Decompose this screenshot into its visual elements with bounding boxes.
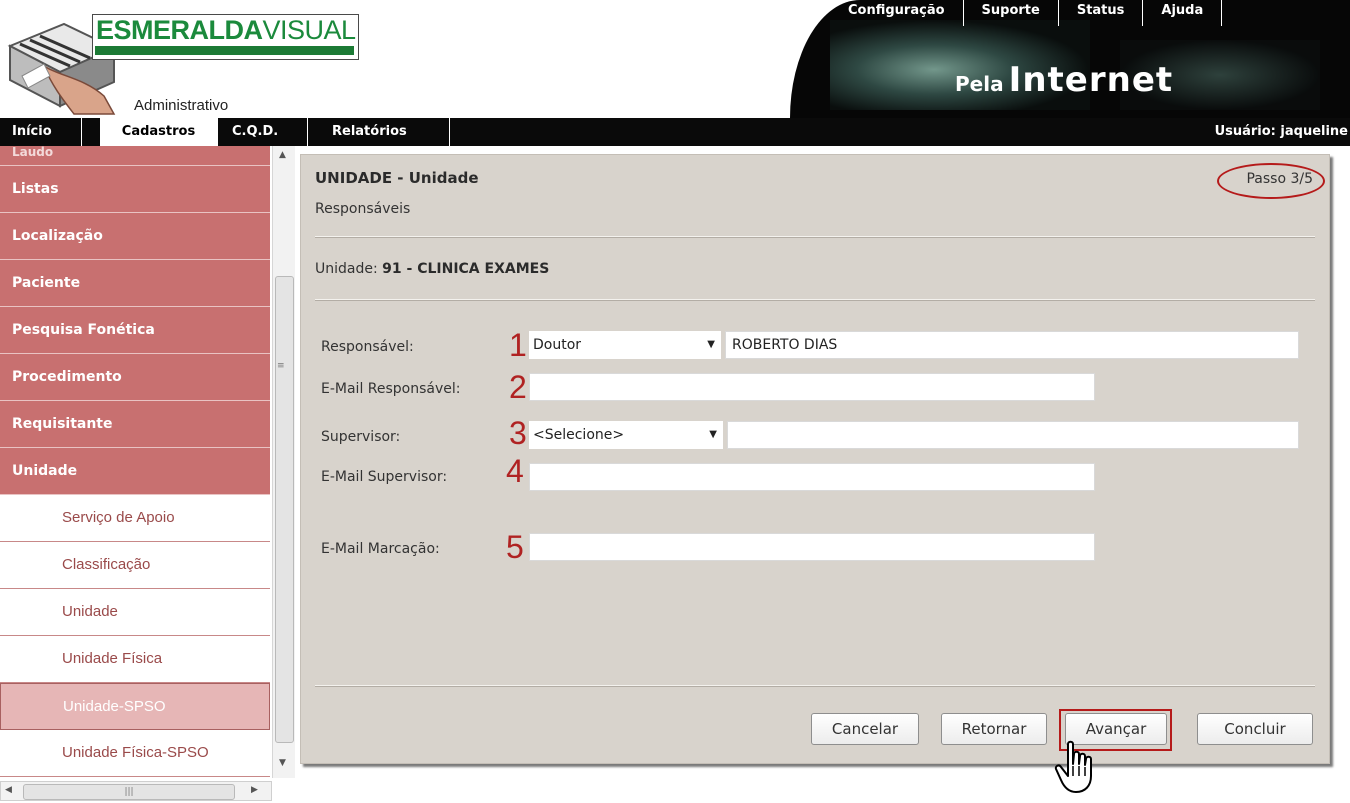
- sidebar-item-localizacao[interactable]: Localização: [0, 213, 270, 260]
- hand-cursor-icon: [1054, 740, 1092, 793]
- nav-inicio[interactable]: Início: [0, 118, 82, 146]
- form-panel: UNIDADE - Unidade Responsáveis Passo 3/5…: [300, 154, 1330, 764]
- sidebar-item-laudo[interactable]: Laudo: [0, 146, 270, 166]
- divider: [315, 685, 1315, 687]
- sidebar-subitem-servico-de-apoio[interactable]: Serviço de Apoio: [0, 495, 270, 542]
- responsavel-name-input[interactable]: ROBERTO DIAS: [725, 331, 1299, 359]
- email-marcacao-input[interactable]: [529, 533, 1095, 561]
- tagline: Pela Internet: [955, 60, 1174, 100]
- logo-subtitle: Administrativo: [134, 97, 229, 114]
- scrollbar-thumb-horizontal[interactable]: |||: [23, 784, 235, 800]
- sidebar-item-procedimento[interactable]: Procedimento: [0, 354, 270, 401]
- top-links: Configuração Suporte Status Ajuda: [830, 0, 1223, 26]
- sidebar-subitem-classificacao[interactable]: Classificação: [0, 542, 270, 589]
- nav-cadastros[interactable]: Cadastros: [100, 118, 218, 146]
- sidebar-item-pesquisa-fonetica[interactable]: Pesquisa Fonética: [0, 307, 270, 354]
- annotation-number-5: 5: [506, 529, 524, 565]
- sidebar-vertical-scrollbar[interactable]: ▲ ≡ ▼: [272, 146, 295, 778]
- sidebar-subitem-unidade[interactable]: Unidade: [0, 589, 270, 636]
- email-supervisor-input[interactable]: [529, 463, 1095, 491]
- unit-info: Unidade: 91 - CLINICA EXAMES: [315, 261, 550, 277]
- page-title: UNIDADE - Unidade: [315, 169, 479, 187]
- cancel-button[interactable]: Cancelar: [811, 713, 919, 745]
- top-link-ajuda[interactable]: Ajuda: [1142, 0, 1223, 26]
- email-responsavel-input[interactable]: [529, 373, 1095, 401]
- scrollbar-thumb[interactable]: [275, 276, 294, 743]
- email-responsavel-label: E-Mail Responsável:: [321, 381, 461, 397]
- sidebar: Laudo Listas Localização Paciente Pesqui…: [0, 146, 270, 778]
- email-supervisor-label: E-Mail Supervisor:: [321, 469, 448, 485]
- step-indicator: Passo 3/5: [1246, 171, 1313, 187]
- nav-cqd[interactable]: C.Q.D.: [222, 118, 308, 146]
- user-label: Usuário: jaqueline: [1214, 124, 1348, 139]
- logo-brand-part2: VISUAL: [262, 15, 357, 45]
- scroll-left-icon[interactable]: ◀: [5, 785, 12, 795]
- annotation-number-3: 3: [509, 415, 527, 451]
- header: ESMERALDAVISUAL Administrativo Configura…: [0, 0, 1350, 118]
- scroll-up-icon[interactable]: ▲: [279, 150, 286, 160]
- divider: [315, 299, 1315, 301]
- responsavel-title-select[interactable]: Doutor ▼: [529, 331, 721, 359]
- logo-strip: [95, 46, 354, 55]
- logo-brand: ESMERALDAVISUAL: [92, 14, 359, 60]
- sidebar-subitem-unidade-spso[interactable]: Unidade-SPSO: [0, 683, 270, 730]
- main-nav: Início Cadastros C.Q.D. Relatórios Usuár…: [0, 118, 1350, 146]
- supervisor-label: Supervisor:: [321, 429, 401, 445]
- chevron-down-icon: ▼: [707, 339, 715, 350]
- supervisor-name-input[interactable]: [727, 421, 1299, 449]
- nav-relatorios[interactable]: Relatórios: [316, 118, 450, 146]
- chevron-down-icon: ▼: [709, 429, 717, 440]
- unit-value: 91 - CLINICA EXAMES: [382, 261, 550, 277]
- sidebar-subitem-unidade-fisica[interactable]: Unidade Física: [0, 636, 270, 683]
- email-marcacao-label: E-Mail Marcação:: [321, 541, 440, 557]
- grip-icon: ≡: [277, 361, 285, 371]
- divider: [315, 236, 1315, 238]
- annotation-number-4: 4: [506, 453, 524, 489]
- responsavel-label: Responsável:: [321, 339, 414, 355]
- sidebar-item-paciente[interactable]: Paciente: [0, 260, 270, 307]
- sidebar-item-unidade[interactable]: Unidade: [0, 448, 270, 495]
- top-link-configuracao[interactable]: Configuração: [830, 0, 963, 26]
- header-banner: Configuração Suporte Status Ajuda Pela I…: [790, 0, 1350, 118]
- annotation-number-2: 2: [509, 369, 527, 405]
- top-link-suporte[interactable]: Suporte: [962, 0, 1058, 26]
- annotation-number-1: 1: [509, 327, 527, 363]
- top-link-status[interactable]: Status: [1057, 0, 1143, 26]
- back-button[interactable]: Retornar: [941, 713, 1047, 745]
- sidebar-horizontal-scrollbar[interactable]: ◀ ||| ▶: [0, 781, 272, 801]
- sidebar-item-requisitante[interactable]: Requisitante: [0, 401, 270, 448]
- logo-brand-part1: ESMERALDA: [96, 15, 263, 45]
- finish-button[interactable]: Concluir: [1197, 713, 1313, 745]
- scroll-down-icon[interactable]: ▼: [279, 758, 286, 768]
- supervisor-select[interactable]: <Selecione> ▼: [529, 421, 723, 449]
- sidebar-item-listas[interactable]: Listas: [0, 166, 270, 213]
- page-subtitle: Responsáveis: [315, 201, 411, 217]
- scroll-right-icon[interactable]: ▶: [251, 785, 258, 795]
- sidebar-subitem-unidade-fisica-spso[interactable]: Unidade Física-SPSO: [0, 730, 270, 777]
